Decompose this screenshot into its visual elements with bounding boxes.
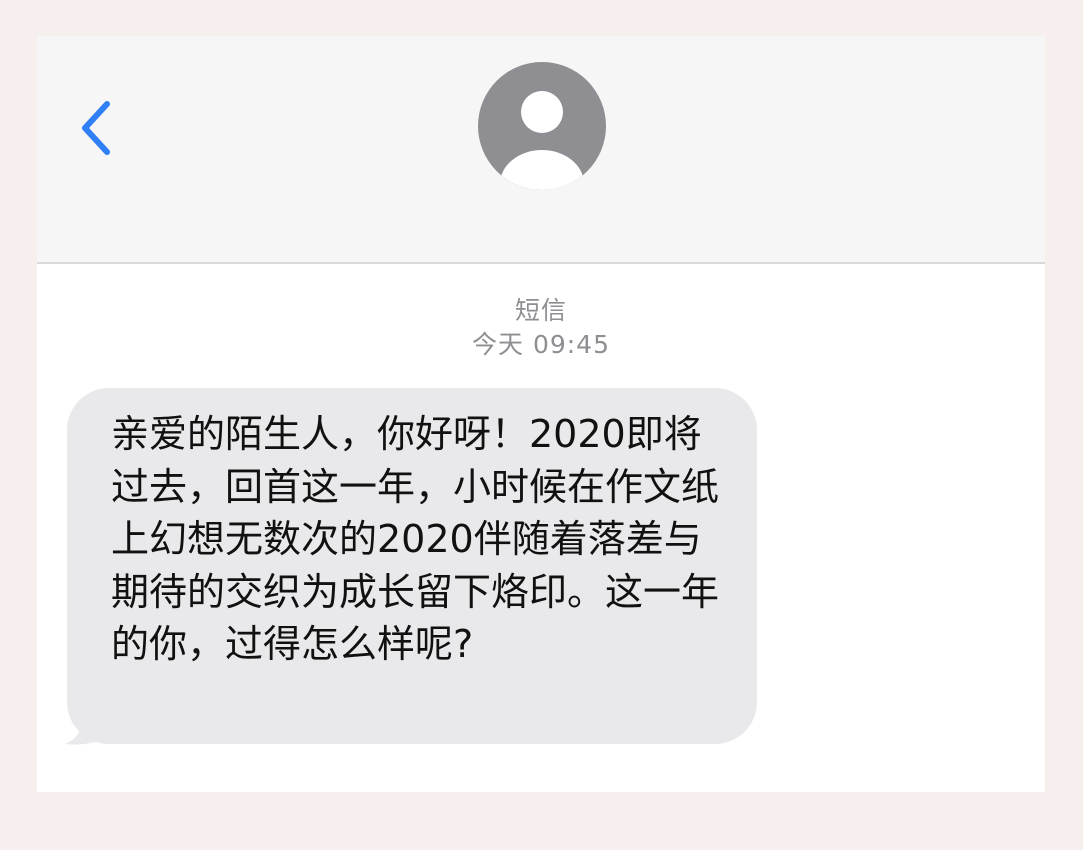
incoming-message[interactable]: 亲爱的陌生人，你好呀！2020即将过去，回首这一年，小时候在作文纸上幻想无数次的… [65,388,757,745]
messages-screen: 短信 今天 09:45 亲爱的陌生人，你好呀！2020即将过去，回首这一年，小时… [37,36,1045,792]
person-avatar-icon [478,62,606,190]
message-text: 亲爱的陌生人，你好呀！2020即将过去，回首这一年，小时候在作文纸上幻想无数次的… [111,412,720,666]
service-label: 短信 [514,296,567,325]
message-bubble[interactable]: 亲爱的陌生人，你好呀！2020即将过去，回首这一年，小时候在作文纸上幻想无数次的… [67,388,757,744]
contact-avatar[interactable] [478,62,606,190]
thread-meta: 短信 今天 09:45 [37,294,1045,362]
back-button[interactable] [77,96,117,160]
message-timestamp: 今天 09:45 [472,330,610,359]
conversation-header [37,36,1045,264]
chevron-left-icon [82,101,110,155]
